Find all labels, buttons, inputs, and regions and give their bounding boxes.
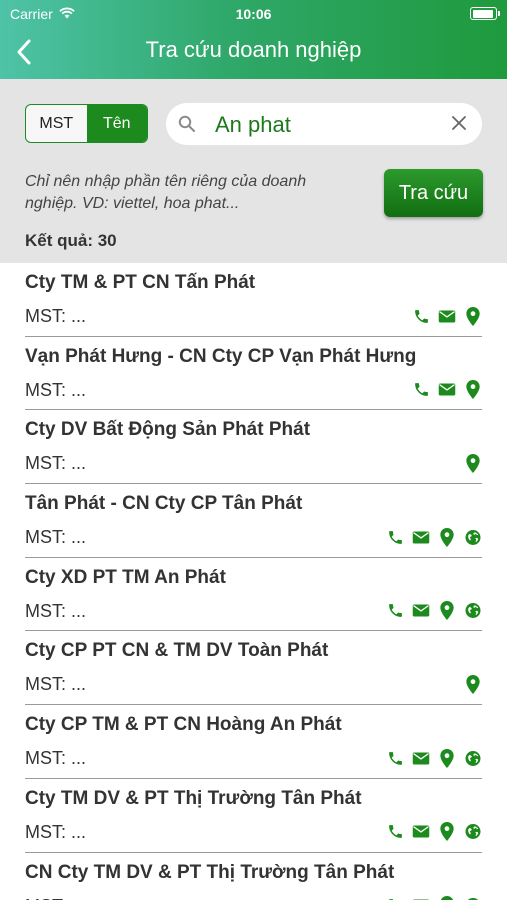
search-panel: MST Tên An phat Chỉ nên nhập phần tên ri… <box>0 79 507 263</box>
page-title: Tra cứu doanh nghiệp <box>145 37 362 62</box>
company-tax-code: MST: ... <box>25 821 87 842</box>
contact-icons <box>412 306 482 326</box>
list-item[interactable]: Tân Phát - CN Cty CP Tân Phát MST: ... <box>0 484 507 558</box>
search-query[interactable]: An phat <box>215 112 291 138</box>
clear-icon[interactable] <box>452 116 466 135</box>
contact-icons <box>386 748 482 768</box>
company-tax-code: MST: ... <box>25 896 86 900</box>
list-item[interactable]: Cty TM & PT CN Tấn Phát MST: ... <box>0 263 507 337</box>
company-name: Cty XD PT TM An Phát <box>25 566 226 588</box>
phone-icon[interactable] <box>386 528 404 546</box>
company-tax-code: MST: ... <box>25 748 87 769</box>
web-icon[interactable] <box>464 602 482 620</box>
company-name: Cty DV Bất Động Sản Phát Phát <box>25 419 311 441</box>
company-name: Cty TM DV & PT Thị Trường Tân Phát <box>25 787 362 809</box>
mail-icon[interactable] <box>412 897 430 900</box>
location-icon[interactable] <box>464 306 482 326</box>
company-tax-code: MST: ... <box>25 306 87 326</box>
company-name: Cty CP TM & PT CN Hoàng An Phát <box>25 714 342 736</box>
search-input[interactable]: An phat <box>166 103 482 145</box>
contact-icons <box>464 674 482 694</box>
mail-icon[interactable] <box>438 307 456 325</box>
search-mode-toggle: MST Tên <box>25 104 148 143</box>
contact-icons <box>386 601 482 621</box>
status-time: 10:06 <box>235 6 272 22</box>
company-name: CN Cty TM DV & PT Thị Trường Tân Phát <box>25 861 395 883</box>
header-bar: Carrier 10:06 Tra cứu doanh nghiệp <box>0 0 507 79</box>
battery-icon <box>470 7 500 20</box>
mode-mst-button[interactable]: MST <box>26 105 87 142</box>
mail-icon[interactable] <box>412 823 430 841</box>
search-hint: Chỉ nên nhập phần tên riêng của doanh ng… <box>25 173 307 212</box>
list-item[interactable]: Cty CP PT CN & TM DV Toàn Phát MST: ... <box>0 631 507 705</box>
result-count: Kết quả: 30 <box>25 231 117 250</box>
company-tax-code: MST: ... <box>25 527 87 548</box>
contact-icons <box>386 822 482 842</box>
search-button[interactable]: Tra cứu <box>384 169 483 217</box>
location-icon[interactable] <box>438 822 456 842</box>
company-tax-code: MST: ... <box>25 379 87 400</box>
location-icon[interactable] <box>438 527 456 547</box>
location-icon[interactable] <box>438 601 456 621</box>
web-icon[interactable] <box>464 749 482 767</box>
phone-icon[interactable] <box>412 381 430 399</box>
phone-icon[interactable] <box>412 307 430 325</box>
status-bar: Carrier 10:06 <box>0 6 507 24</box>
mail-icon[interactable] <box>412 528 430 546</box>
company-tax-code: MST: ... <box>25 453 87 474</box>
list-item[interactable]: Cty XD PT TM An Phát MST: ... <box>0 558 507 632</box>
location-icon[interactable] <box>464 453 482 473</box>
web-icon[interactable] <box>464 528 482 546</box>
phone-icon[interactable] <box>386 897 404 900</box>
company-name: Vạn Phát Hưng - CN Cty CP Vạn Phát Hưng <box>25 345 417 367</box>
company-tax-code: MST: ... <box>25 674 87 695</box>
mode-name-button[interactable]: Tên <box>86 105 147 142</box>
company-name: Tân Phát - CN Cty CP Tân Phát <box>25 493 303 515</box>
mail-icon[interactable] <box>438 381 456 399</box>
phone-icon[interactable] <box>386 749 404 767</box>
result-list: Cty TM & PT CN Tấn Phát MST: ... Vạn Phát … <box>0 263 507 900</box>
contact-icons <box>464 453 482 473</box>
company-name: Cty TM & PT CN Tấn Phát <box>25 272 256 293</box>
phone-icon[interactable] <box>386 823 404 841</box>
search-icon <box>178 115 196 138</box>
contact-icons <box>412 380 482 400</box>
list-item[interactable]: Cty TM DV & PT Thị Trường Tân Phát MST: .… <box>0 779 507 853</box>
list-item[interactable]: Cty CP TM & PT CN Hoàng An Phát MST: ... <box>0 705 507 779</box>
company-tax-code: MST: ... <box>25 600 87 621</box>
contact-icons <box>386 896 482 900</box>
location-icon[interactable] <box>438 748 456 768</box>
mail-icon[interactable] <box>412 749 430 767</box>
list-item[interactable]: CN Cty TM DV & PT Thị Trường Tân Phát MST… <box>0 853 507 900</box>
location-icon[interactable] <box>464 380 482 400</box>
list-item[interactable]: Cty DV Bất Động Sản Phát Phát MST: ... <box>0 410 507 484</box>
location-icon[interactable] <box>438 896 456 900</box>
list-item[interactable]: Vạn Phát Hưng - CN Cty CP Vạn Phát Hưng M… <box>0 337 507 411</box>
phone-icon[interactable] <box>386 602 404 620</box>
location-icon[interactable] <box>464 674 482 694</box>
web-icon[interactable] <box>464 897 482 900</box>
contact-icons <box>386 527 482 547</box>
mail-icon[interactable] <box>412 602 430 620</box>
web-icon[interactable] <box>464 823 482 841</box>
company-name: Cty CP PT CN & TM DV Toàn Phát <box>25 640 329 662</box>
